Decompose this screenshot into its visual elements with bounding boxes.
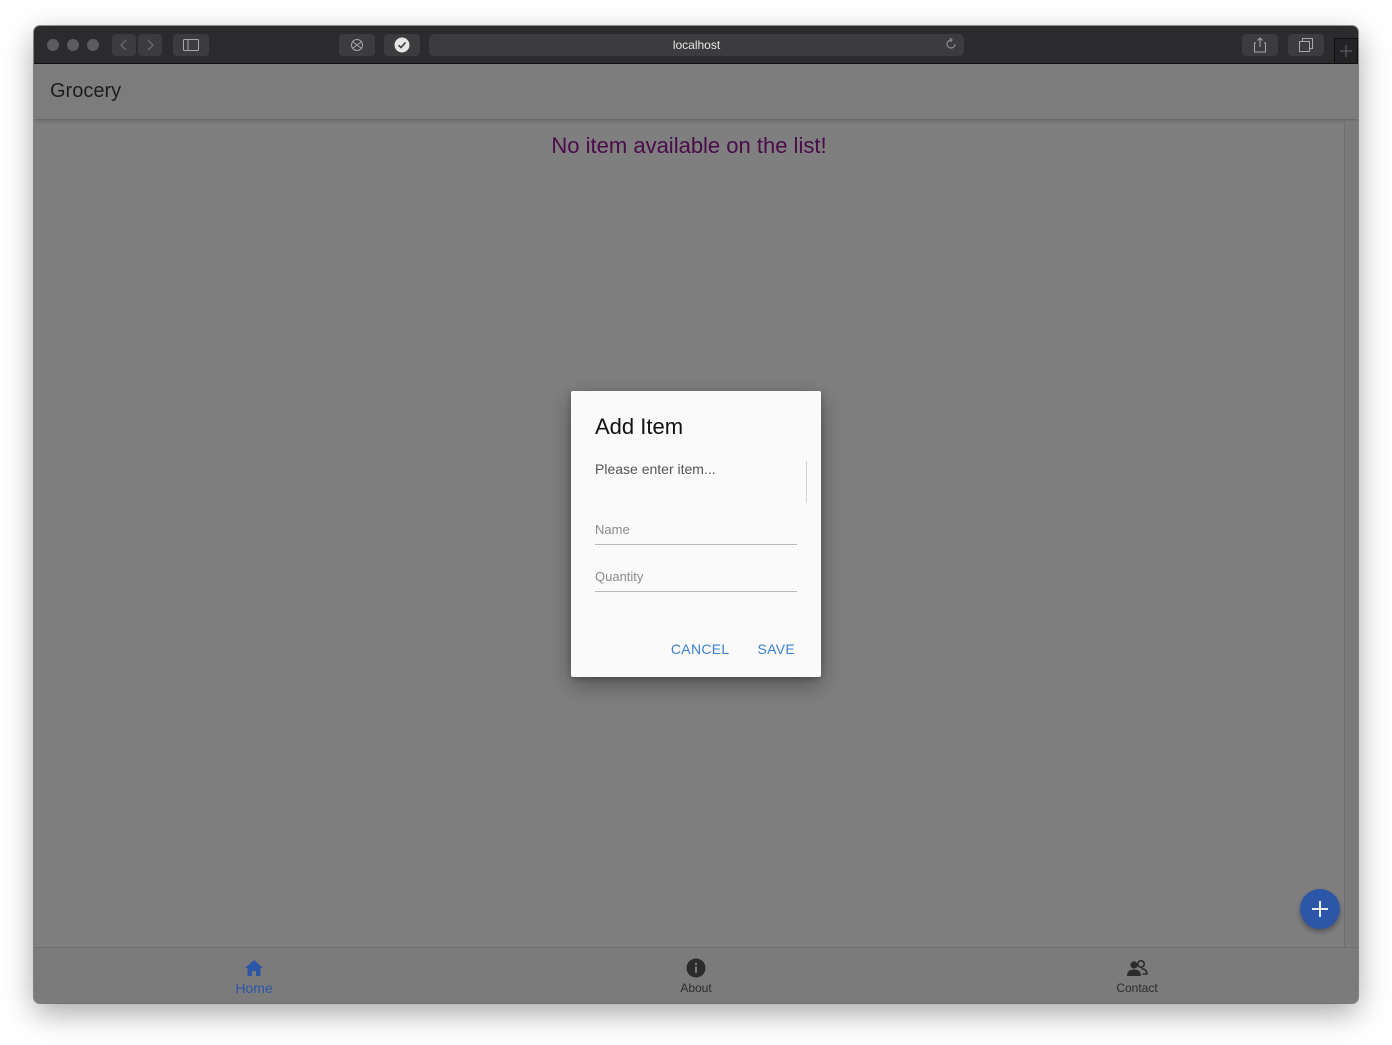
cancel-button[interactable]: CANCEL: [671, 641, 730, 657]
quantity-input[interactable]: [595, 562, 797, 590]
browser-window: localhost Grocery No item available on t…: [34, 26, 1358, 1003]
plus-icon: [1340, 45, 1352, 57]
nav-item-home[interactable]: Home: [194, 948, 314, 1003]
save-button[interactable]: SAVE: [757, 641, 795, 657]
nav-item-contact[interactable]: Contact: [1077, 948, 1197, 1003]
reload-button[interactable]: [944, 37, 958, 54]
check-circle-icon: [394, 37, 410, 53]
new-tab-button[interactable]: [1334, 38, 1358, 64]
add-item-dialog: Add Item Please enter item... CANCEL SAV…: [571, 391, 821, 677]
privacy-button[interactable]: [339, 34, 375, 56]
browser-toolbar: localhost: [34, 26, 1358, 64]
tabs-button[interactable]: [1288, 34, 1324, 56]
chevron-left-icon: [120, 39, 127, 51]
extension-button[interactable]: [384, 34, 420, 56]
zoom-window-button[interactable]: [87, 39, 99, 51]
scrollbar[interactable]: [1344, 121, 1358, 947]
address-bar[interactable]: localhost: [429, 34, 964, 56]
page-title: Grocery: [50, 80, 122, 102]
back-button[interactable]: [112, 34, 136, 56]
reload-icon: [946, 37, 956, 49]
info-icon: [685, 957, 707, 979]
minimize-window-button[interactable]: [67, 39, 79, 51]
quantity-field: [595, 562, 797, 592]
chevron-right-icon: [147, 39, 154, 51]
bottom-navigation: Home About Contact: [34, 947, 1358, 1003]
contact-icon: [1126, 957, 1148, 979]
url-text: localhost: [672, 38, 721, 52]
share-button[interactable]: [1242, 34, 1278, 56]
empty-list-message: No item available on the list!: [551, 133, 827, 158]
nav-label-about: About: [680, 981, 712, 995]
dialog-title: Add Item: [595, 414, 684, 439]
sidebar-icon: [183, 39, 199, 51]
tabs-icon: [1299, 38, 1313, 52]
nav-label-contact: Contact: [1116, 981, 1158, 995]
sidebar-button[interactable]: [173, 34, 209, 56]
name-input[interactable]: [595, 515, 797, 543]
dialog-actions: CANCEL SAVE: [671, 641, 795, 657]
name-field: [595, 515, 797, 545]
close-window-button[interactable]: [47, 39, 59, 51]
home-icon: [243, 957, 265, 979]
nav-label-home: Home: [235, 980, 273, 996]
nav-item-about[interactable]: About: [636, 948, 756, 1003]
app-header: Grocery: [34, 64, 1358, 120]
plus-icon: [1312, 901, 1328, 917]
dialog-message: Please enter item...: [595, 461, 716, 477]
forward-button[interactable]: [138, 34, 162, 56]
add-item-fab[interactable]: [1300, 889, 1340, 929]
share-icon: [1254, 37, 1266, 53]
shield-icon: [351, 39, 363, 51]
dialog-scrollbar: [806, 461, 807, 503]
